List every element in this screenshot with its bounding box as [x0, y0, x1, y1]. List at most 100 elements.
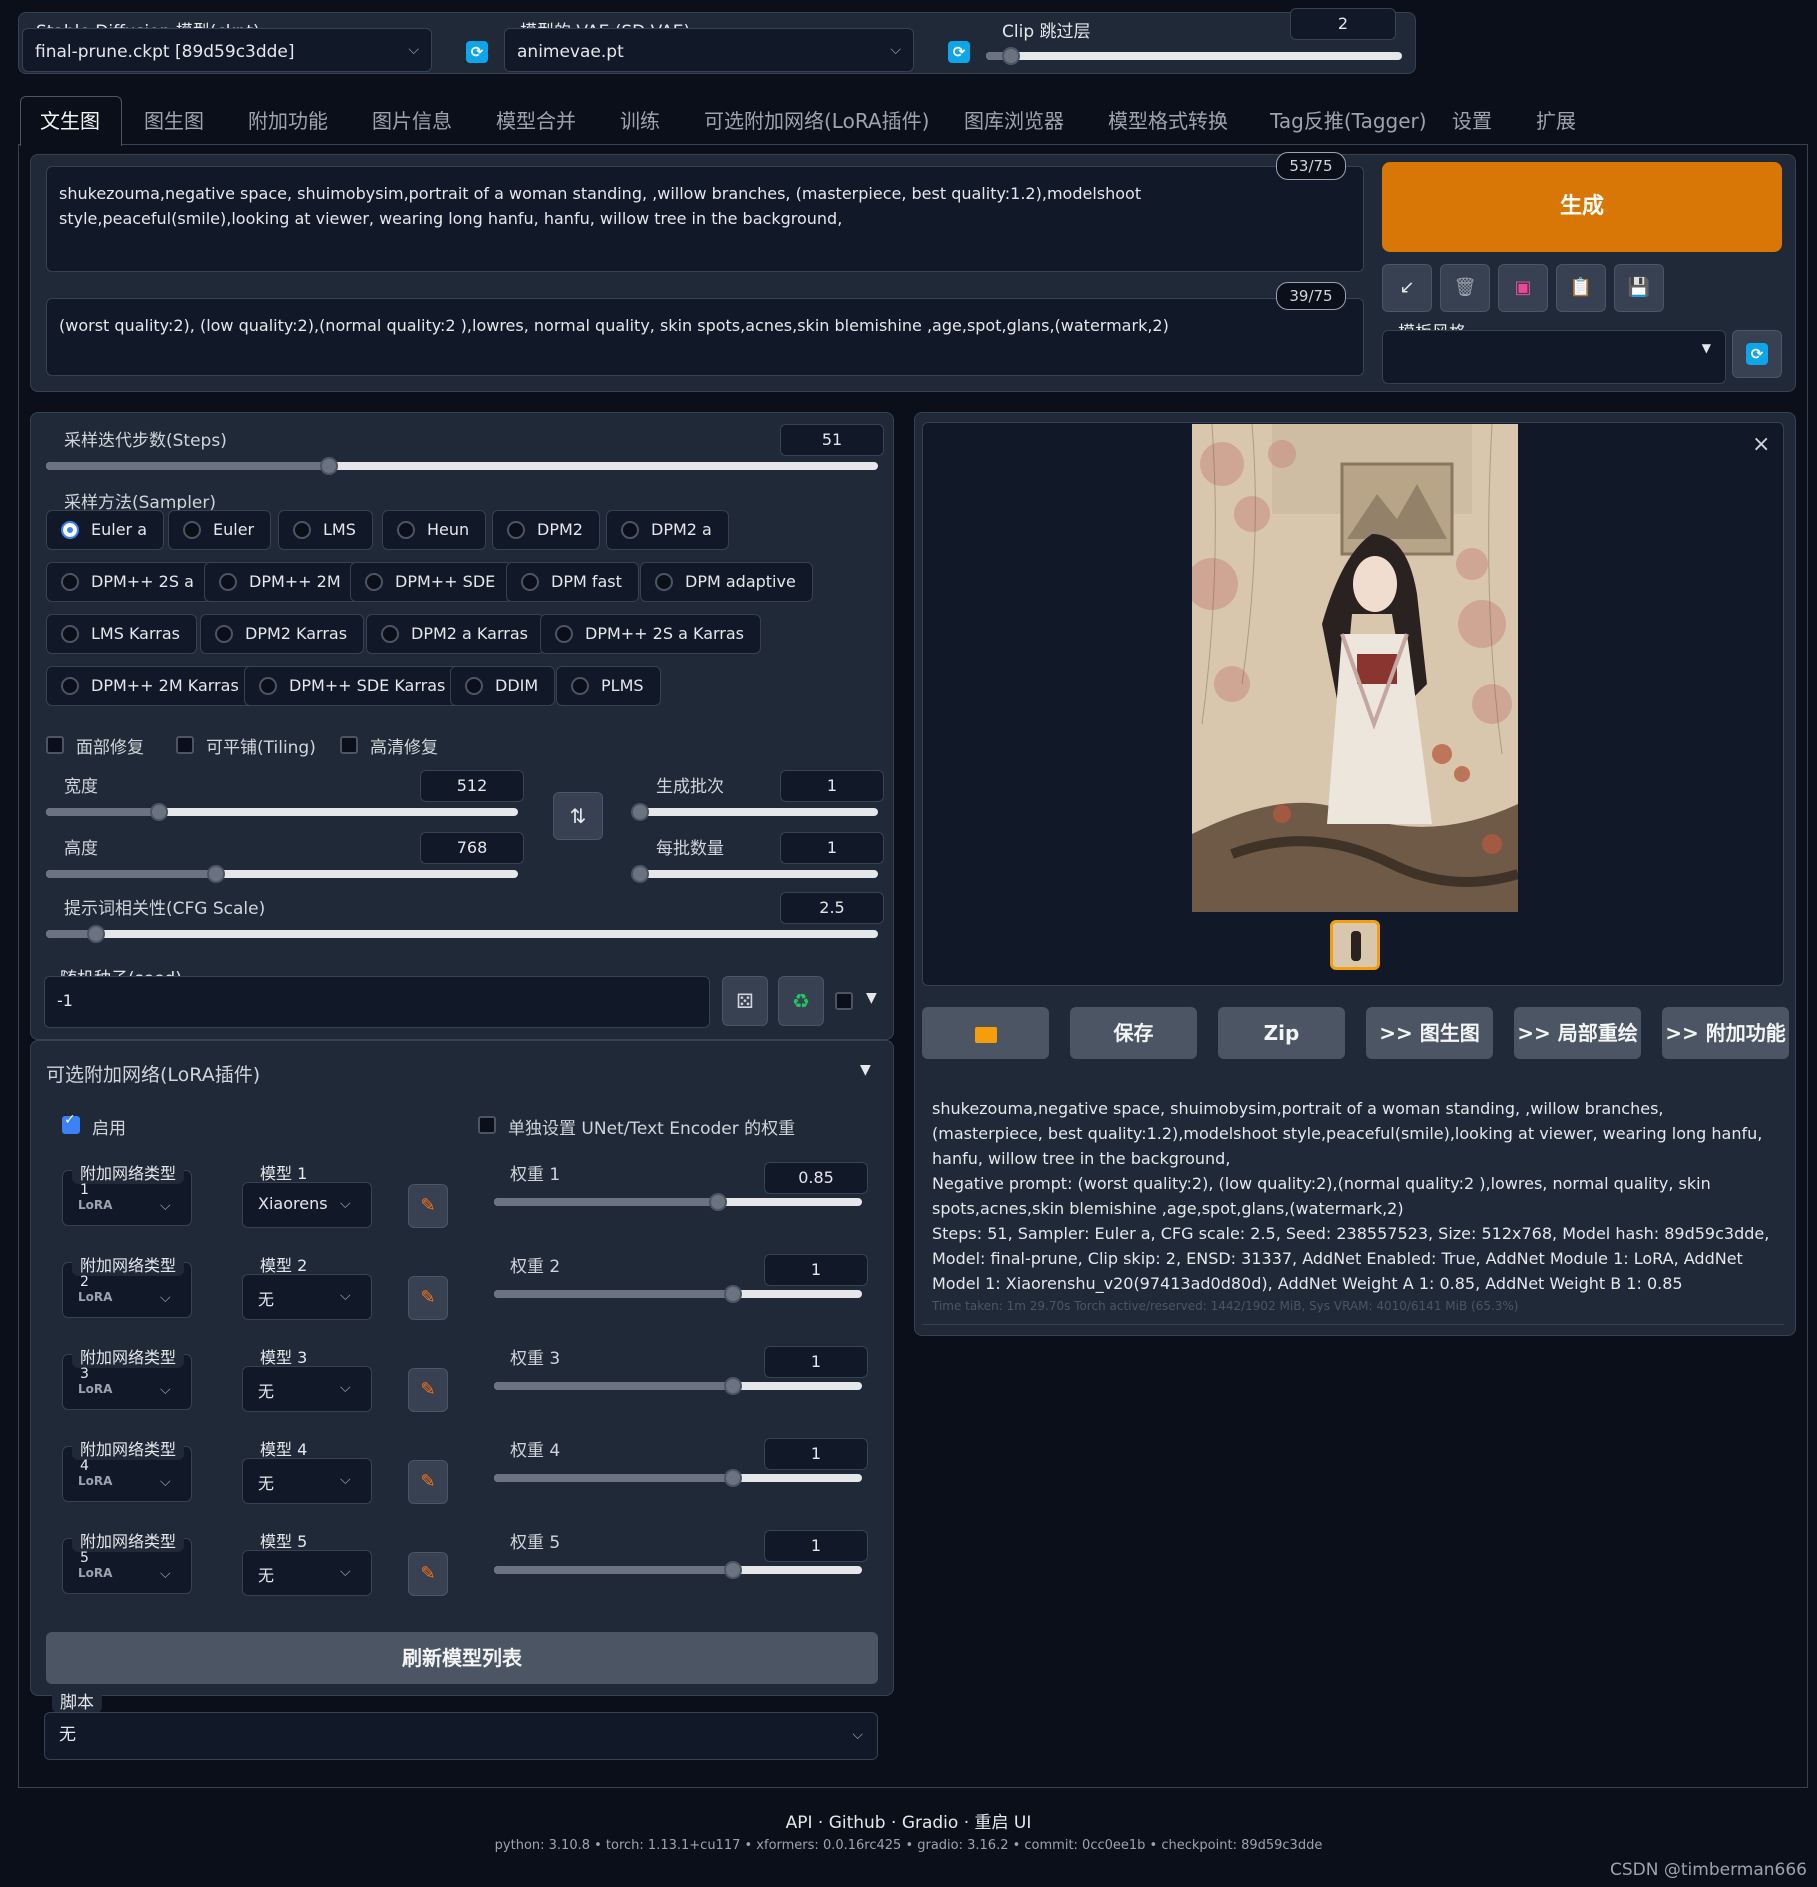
gallery-action-button[interactable]: Zip	[1218, 1007, 1345, 1059]
option-checkbox[interactable]	[176, 736, 194, 754]
lora-weight-slider[interactable]	[494, 1285, 862, 1303]
slider-knob[interactable]	[86, 925, 105, 943]
extra-seed-checkbox[interactable]	[835, 992, 853, 1010]
width-number[interactable]: 512	[420, 770, 524, 802]
height-slider[interactable]	[46, 865, 518, 883]
sampler-radio[interactable]: DPM++ 2S a Karras	[540, 614, 762, 654]
sampler-radio[interactable]: DPM++ SDE	[350, 562, 513, 602]
cfg-number[interactable]: 2.5	[780, 892, 884, 924]
tool-button-4[interactable]: 💾	[1614, 264, 1664, 312]
tab-0[interactable]: 文生图	[40, 96, 100, 146]
sampler-radio[interactable]: PLMS	[556, 666, 661, 706]
script-select[interactable]: 无 ⌵	[44, 1712, 878, 1760]
close-icon[interactable]: ×	[1752, 432, 1770, 457]
sampler-radio[interactable]: DPM adaptive	[640, 562, 813, 602]
lora-model-info-button[interactable]: ✎	[408, 1460, 448, 1504]
sampler-radio[interactable]: DDIM	[450, 666, 556, 706]
slider-knob[interactable]	[206, 865, 225, 883]
lora-weight-number[interactable]: 1	[764, 1530, 868, 1562]
tab-6[interactable]: 可选附加网络(LoRA插件)	[704, 96, 929, 146]
batch-count-slider[interactable]	[631, 803, 878, 821]
tab-8[interactable]: 模型格式转换	[1108, 96, 1228, 146]
ckpt-select[interactable]: final-prune.ckpt [89d59c3dde] ⌵	[22, 28, 432, 72]
refresh-models-button[interactable]: 刷新模型列表	[46, 1632, 878, 1684]
gallery-thumbnail[interactable]	[1330, 920, 1380, 970]
sampler-radio[interactable]: DPM2	[492, 510, 600, 550]
lora-weight-slider[interactable]	[494, 1193, 862, 1211]
batch-size-slider[interactable]	[631, 865, 878, 883]
tab-1[interactable]: 图生图	[144, 96, 204, 146]
sampler-radio[interactable]: DPM++ SDE Karras	[244, 666, 463, 706]
sampler-radio[interactable]: DPM++ 2M	[204, 562, 358, 602]
tool-button-1[interactable]: 🗑	[1440, 264, 1490, 312]
tool-button-3[interactable]: 📋	[1556, 264, 1606, 312]
tool-button-2[interactable]: ▣	[1498, 264, 1548, 312]
tab-5[interactable]: 训练	[620, 96, 660, 146]
lora-weight-number[interactable]: 0.85	[764, 1162, 868, 1194]
lora-model-info-button[interactable]: ✎	[408, 1368, 448, 1412]
random-seed-button[interactable]: ⚄	[722, 976, 768, 1026]
reuse-seed-button[interactable]: ♻	[778, 976, 824, 1026]
sampler-radio[interactable]: Euler a	[46, 510, 165, 550]
batch-size-number[interactable]: 1	[780, 832, 884, 864]
gallery-action-button[interactable]: >> 图生图	[1366, 1007, 1493, 1059]
refresh-style-button[interactable]: ⟳	[1732, 330, 1782, 378]
batch-count-number[interactable]: 1	[780, 770, 884, 802]
prompt-input[interactable]: shukezouma,negative space, shuimobysim,p…	[46, 166, 1364, 272]
swap-dimensions-button[interactable]: ⇅	[553, 792, 603, 840]
sampler-radio[interactable]: DPM fast	[506, 562, 639, 602]
sampler-radio[interactable]: Heun	[382, 510, 487, 550]
option-checkbox[interactable]	[340, 736, 358, 754]
lora-weight-slider[interactable]	[494, 1377, 862, 1395]
generated-image[interactable]	[1192, 424, 1518, 912]
sampler-radio[interactable]: DPM2 a	[606, 510, 729, 550]
lora-weight-number[interactable]: 1	[764, 1346, 868, 1378]
lora-weight-number[interactable]: 1	[764, 1254, 868, 1286]
width-slider[interactable]	[46, 803, 518, 821]
style-select[interactable]: ▼	[1382, 330, 1726, 384]
lora-weight-slider[interactable]	[494, 1469, 862, 1487]
lora-model-info-button[interactable]: ✎	[408, 1276, 448, 1320]
clip-slider[interactable]	[986, 47, 1402, 65]
steps-slider[interactable]	[46, 457, 878, 475]
slider-knob[interactable]	[631, 803, 649, 821]
tab-10[interactable]: 设置	[1452, 96, 1492, 146]
steps-number[interactable]: 51	[780, 424, 884, 456]
gallery-action-button[interactable]: 保存	[1070, 1007, 1197, 1059]
lora-weight-slider[interactable]	[494, 1561, 862, 1579]
option-checkbox[interactable]	[46, 736, 64, 754]
lora-model-info-button[interactable]: ✎	[408, 1552, 448, 1596]
tab-4[interactable]: 模型合并	[496, 96, 576, 146]
slider-knob[interactable]	[319, 457, 338, 475]
lora-collapse-icon[interactable]: ▼	[860, 1062, 871, 1078]
sampler-radio[interactable]: LMS Karras	[46, 614, 197, 654]
slider-knob[interactable]	[1001, 47, 1020, 65]
tool-button-0[interactable]: ↙	[1382, 264, 1432, 312]
slider-knob[interactable]	[631, 865, 649, 883]
sampler-radio[interactable]: DPM2 a Karras	[366, 614, 545, 654]
gallery-action-button[interactable]: >> 附加功能	[1662, 1007, 1789, 1059]
height-number[interactable]: 768	[420, 832, 524, 864]
cfg-slider[interactable]	[46, 925, 878, 943]
sampler-radio[interactable]: DPM++ 2S a	[46, 562, 211, 602]
separate-weights-checkbox[interactable]	[478, 1116, 496, 1134]
lora-weight-number[interactable]: 1	[764, 1438, 868, 1470]
refresh-vae-icon[interactable]: ⟳	[948, 41, 970, 63]
extra-seed-toggle-icon[interactable]: ▼	[866, 990, 877, 1006]
tab-3[interactable]: 图片信息	[372, 96, 452, 146]
tab-2[interactable]: 附加功能	[248, 96, 328, 146]
clip-number[interactable]: 2	[1290, 8, 1396, 40]
sampler-radio[interactable]: LMS	[278, 510, 373, 550]
open-folder-button[interactable]	[922, 1007, 1049, 1059]
tab-11[interactable]: 扩展	[1536, 96, 1576, 146]
footer-links[interactable]: API · Github · Gradio · 重启 UI	[0, 1808, 1817, 1833]
negative-prompt-input[interactable]: (worst quality:2), (low quality:2),(norm…	[46, 298, 1364, 376]
tab-7[interactable]: 图库浏览器	[964, 96, 1064, 146]
gallery-action-button[interactable]: >> 局部重绘	[1514, 1007, 1641, 1059]
generate-button[interactable]: 生成	[1382, 162, 1782, 252]
lora-model-info-button[interactable]: ✎	[408, 1184, 448, 1228]
tab-9[interactable]: Tag反推(Tagger)	[1270, 96, 1427, 146]
sampler-radio[interactable]: Euler	[168, 510, 272, 550]
vae-select[interactable]: animevae.pt ⌵	[504, 28, 914, 72]
refresh-ckpt-icon[interactable]: ⟳	[466, 41, 488, 63]
